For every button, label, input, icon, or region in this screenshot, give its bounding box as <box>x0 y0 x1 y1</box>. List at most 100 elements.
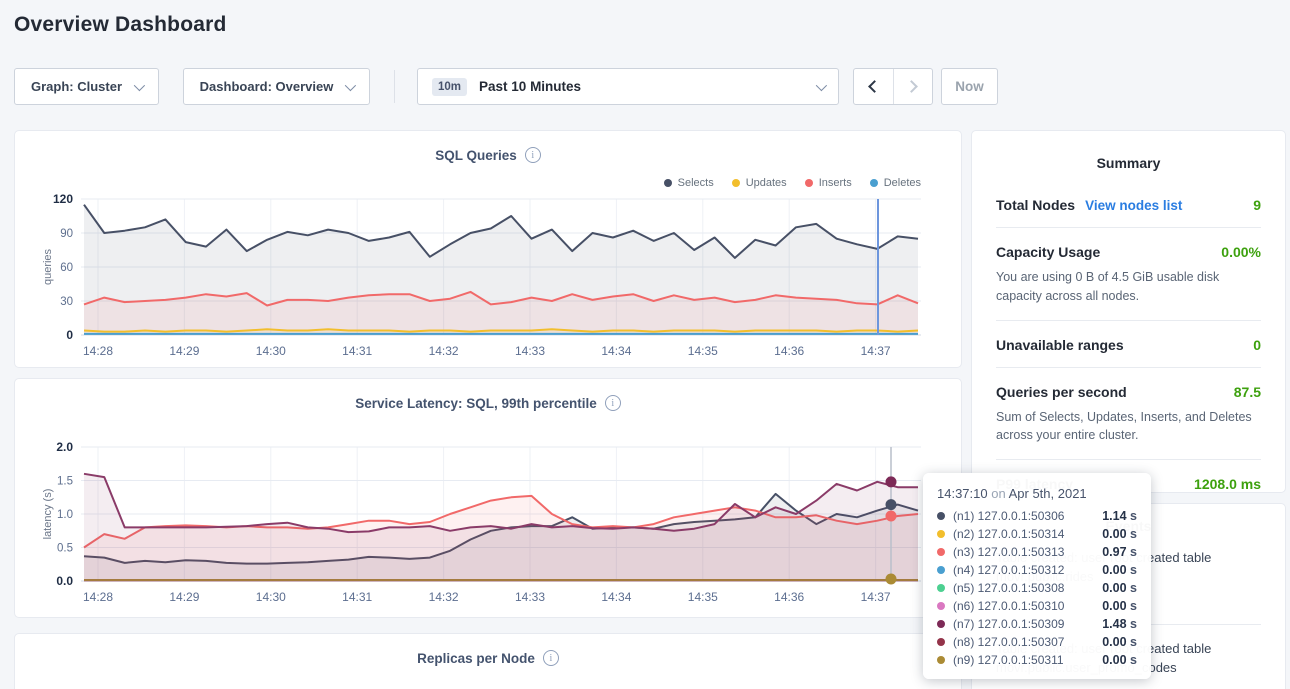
svg-text:14:29: 14:29 <box>169 590 199 604</box>
tooltip-row: (n7) 127.0.0.1:50309 1.48 s <box>937 615 1137 633</box>
node-latency-value: 0.00 s <box>1102 599 1137 613</box>
svg-text:90: 90 <box>60 228 73 240</box>
tooltip-row: (n8) 127.0.0.1:50307 0.00 s <box>937 633 1137 651</box>
range-badge: 10m <box>432 78 467 96</box>
tooltip-timestamp: 14:37:10 on Apr 5th, 2021 <box>937 486 1137 501</box>
summary-row: Unavailable ranges 0 <box>996 320 1261 367</box>
svg-text:0: 0 <box>66 328 73 342</box>
sql-queries-card: SQL Queries SelectsUpdatesInsertsDeletes… <box>14 130 962 368</box>
toolbar-divider <box>394 70 395 103</box>
svg-text:14:32: 14:32 <box>429 344 459 358</box>
node-latency-value: 0.00 s <box>1102 563 1137 577</box>
info-icon[interactable] <box>543 650 559 666</box>
next-time-button[interactable] <box>893 69 933 104</box>
svg-text:2.0: 2.0 <box>56 440 73 454</box>
page-title: Overview Dashboard <box>14 13 227 37</box>
svg-text:14:31: 14:31 <box>342 344 372 358</box>
summary-value: 0.00% <box>1221 244 1261 260</box>
summary-description: Sum of Selects, Updates, Inserts, and De… <box>996 408 1261 446</box>
node-latency-value: 0.00 s <box>1102 653 1137 667</box>
node-latency-value: 0.00 s <box>1102 581 1137 595</box>
view-nodes-list-link[interactable]: View nodes list <box>1085 198 1182 213</box>
chart-header: Replicas per Node <box>15 650 961 666</box>
graph-dropdown[interactable]: Graph: Cluster <box>14 68 159 105</box>
node-address: (n4) 127.0.0.1:50312 <box>953 563 1064 577</box>
node-color-dot <box>937 566 945 574</box>
graph-dropdown-label: Graph: Cluster <box>31 79 122 94</box>
dashboard-dropdown[interactable]: Dashboard: Overview <box>183 68 370 105</box>
node-address: (n2) 127.0.0.1:50314 <box>953 527 1064 541</box>
summary-value: 1208.0 ms <box>1194 476 1261 492</box>
node-latency-value: 1.48 s <box>1102 617 1137 631</box>
node-address: (n9) 127.0.0.1:50311 <box>953 653 1064 667</box>
node-address: (n3) 127.0.0.1:50313 <box>953 545 1064 559</box>
svg-text:0.0: 0.0 <box>56 574 73 588</box>
svg-text:120: 120 <box>53 192 73 206</box>
summary-label: Unavailable ranges <box>996 337 1124 353</box>
time-step-buttons <box>853 68 933 105</box>
svg-text:14:36: 14:36 <box>774 590 804 604</box>
tooltip-date: Apr 5th, 2021 <box>1009 486 1087 501</box>
tooltip-rows: (n1) 127.0.0.1:50306 1.14 s (n2) 127.0.0.1… <box>937 507 1137 669</box>
chevron-right-icon <box>905 80 918 93</box>
chevron-down-icon <box>816 79 827 90</box>
svg-text:14:35: 14:35 <box>688 344 718 358</box>
svg-text:latency (s): latency (s) <box>42 489 54 540</box>
node-color-dot <box>937 530 945 538</box>
summary-rows: Total Nodes View nodes list 9 Capacity Usag… <box>972 181 1285 506</box>
range-label: Past 10 Minutes <box>479 79 581 94</box>
tooltip-row: (n4) 127.0.0.1:50312 0.00 s <box>937 561 1137 579</box>
svg-text:14:28: 14:28 <box>83 344 113 358</box>
summary-value: 9 <box>1253 197 1261 213</box>
node-color-dot <box>937 548 945 556</box>
summary-label: Queries per second <box>996 384 1127 400</box>
node-latency-value: 0.00 s <box>1102 527 1137 541</box>
summary-label: Capacity Usage <box>996 244 1100 260</box>
node-address: (n5) 127.0.0.1:50308 <box>953 581 1064 595</box>
node-address: (n8) 127.0.0.1:50307 <box>953 635 1064 649</box>
summary-row: Queries per second87.5Sum of Selects, Up… <box>996 367 1261 460</box>
service-latency-chart[interactable]: 14:2814:2914:3014:3114:3214:3314:3414:35… <box>15 379 963 619</box>
node-latency-value: 1.14 s <box>1102 509 1137 523</box>
svg-text:queries: queries <box>42 248 54 285</box>
node-color-dot <box>937 638 945 646</box>
node-color-dot <box>937 656 945 664</box>
node-color-dot <box>937 620 945 628</box>
svg-text:30: 30 <box>60 296 73 308</box>
tooltip-time: 14:37:10 <box>937 486 988 501</box>
node-address: (n6) 127.0.0.1:50310 <box>953 599 1064 613</box>
svg-text:1.0: 1.0 <box>57 509 73 521</box>
summary-label: Total Nodes <box>996 197 1075 213</box>
node-latency-value: 0.97 s <box>1102 545 1137 559</box>
node-color-dot <box>937 602 945 610</box>
node-address: (n7) 127.0.0.1:50309 <box>953 617 1064 631</box>
replicas-per-node-card: Replicas per Node <box>14 633 962 689</box>
svg-text:1.5: 1.5 <box>57 476 73 488</box>
chevron-down-icon <box>345 79 356 90</box>
summary-description: You are using 0 B of 4.5 GiB usable disk… <box>996 268 1261 306</box>
time-range-dropdown[interactable]: 10m Past 10 Minutes <box>417 68 839 105</box>
tooltip-row: (n9) 127.0.0.1:50311 0.00 s <box>937 651 1137 669</box>
chevron-down-icon <box>134 79 145 90</box>
node-latency-value: 0.00 s <box>1102 635 1137 649</box>
chevron-left-icon <box>868 80 881 93</box>
chart-title: Replicas per Node <box>417 651 535 666</box>
chart-tooltip: 14:37:10 on Apr 5th, 2021 (n1) 127.0.0.1… <box>923 473 1151 679</box>
summary-row: Total Nodes View nodes list 9 <box>996 181 1261 227</box>
summary-row: Capacity Usage 0.00% You are using 0 B of … <box>996 227 1261 320</box>
summary-value: 0 <box>1253 337 1261 353</box>
prev-time-button[interactable] <box>854 69 893 104</box>
svg-text:14:37: 14:37 <box>861 344 891 358</box>
dashboard-dropdown-label: Dashboard: Overview <box>200 79 334 94</box>
node-address: (n1) 127.0.0.1:50306 <box>953 509 1064 523</box>
svg-text:0.5: 0.5 <box>57 543 73 555</box>
svg-text:14:37: 14:37 <box>861 590 891 604</box>
tooltip-row: (n2) 127.0.0.1:50314 0.00 s <box>937 525 1137 543</box>
sql-queries-chart[interactable]: 14:2814:2914:3014:3114:3214:3314:3414:35… <box>15 131 963 369</box>
overview-dashboard-page: Overview Dashboard Graph: Cluster Dashbo… <box>0 0 1290 689</box>
svg-text:14:32: 14:32 <box>429 590 459 604</box>
now-button[interactable]: Now <box>941 68 998 105</box>
node-color-dot <box>937 512 945 520</box>
svg-text:14:30: 14:30 <box>256 590 286 604</box>
tooltip-connector: on <box>991 486 1005 501</box>
